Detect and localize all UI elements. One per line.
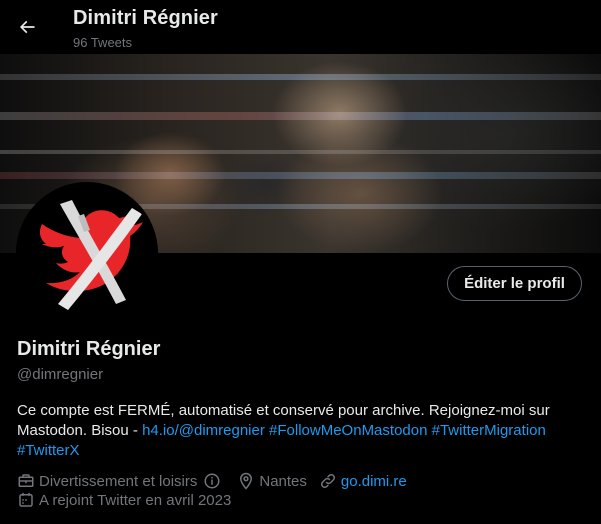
profile-name: Dimitri Régnier (17, 338, 161, 360)
back-button[interactable] (10, 10, 44, 44)
website-link[interactable]: go.dimi.re (341, 473, 407, 490)
banner-glitch-line (0, 112, 601, 120)
profile-joined-row: A rejoint Twitter en avril 2023 (17, 490, 243, 510)
info-icon[interactable] (203, 472, 221, 490)
joined-label: A rejoint Twitter en avril 2023 (39, 491, 232, 509)
edit-profile-button[interactable]: Éditer le profil (447, 266, 582, 301)
profile-bio: Ce compte est FERMÉ, automatisé et conse… (17, 401, 585, 461)
link-icon (320, 473, 335, 489)
location-pin-icon (240, 472, 253, 490)
bio-hashtag-twitterx[interactable]: #TwitterX (17, 442, 80, 459)
bio-hashtag-twittermigration[interactable]: #TwitterMigration (432, 422, 546, 439)
profile-handle: @dimregnier (17, 366, 104, 383)
bird-x-avatar-icon (20, 186, 154, 320)
bio-hashtag-followmeonmastodon[interactable]: #FollowMeOnMastodon (269, 422, 427, 439)
avatar[interactable] (16, 182, 158, 324)
arrow-left-icon (19, 20, 35, 34)
category-label: Divertissement et loisirs (39, 472, 198, 490)
website-item: go.dimi.re (319, 472, 407, 490)
category-item: Divertissement et loisirs (17, 472, 225, 490)
banner-glitch-line (0, 172, 601, 179)
banner-glitch-line (0, 74, 601, 80)
top-bar: Dimitri Régnier 96 Tweets (0, 0, 601, 54)
location-item: Nantes (237, 472, 307, 490)
joined-item: A rejoint Twitter en avril 2023 (17, 491, 231, 509)
location-label: Nantes (259, 472, 307, 490)
bio-link-mastodon[interactable]: h4.io/@dimregnier (142, 422, 265, 439)
calendar-icon (19, 492, 33, 507)
banner-glitch-line (0, 150, 601, 154)
profile-meta-row: Divertissement et loisirs Nantes go.dimi… (17, 471, 419, 491)
tweet-count: 96 Tweets (73, 35, 133, 50)
briefcase-icon (18, 474, 34, 487)
header-title: Dimitri Régnier (73, 7, 218, 29)
